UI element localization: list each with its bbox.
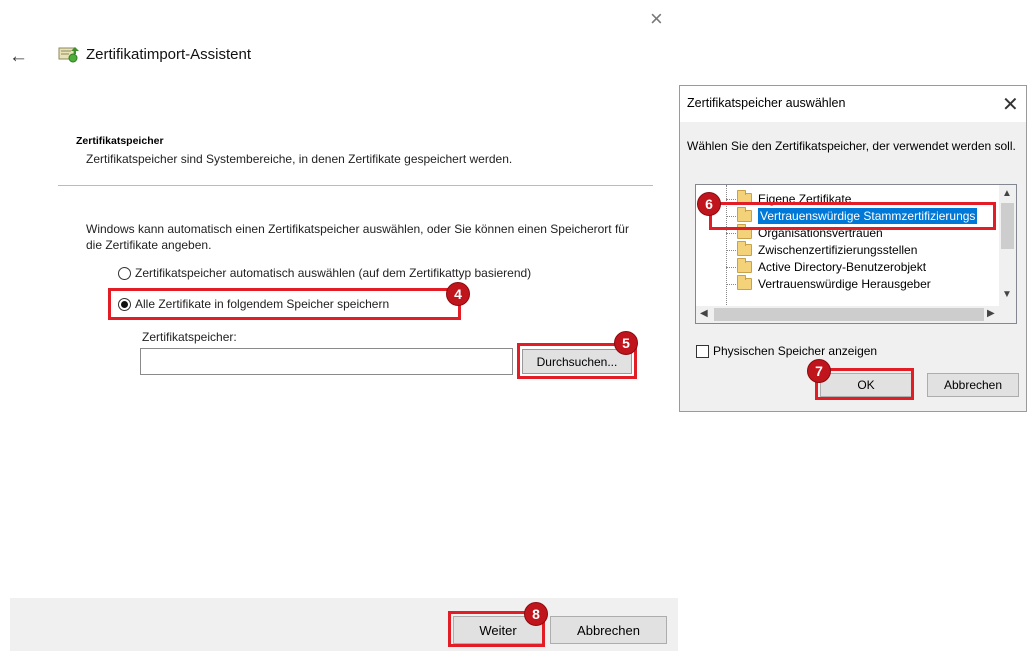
tree-item-label: Eigene Zertifikate: [758, 191, 852, 206]
tree-connector: [726, 185, 727, 305]
close-icon[interactable]: ×: [650, 8, 663, 30]
folder-icon: [737, 257, 752, 273]
ok-button[interactable]: OK: [820, 373, 912, 397]
step-badge-8: 8: [524, 602, 548, 626]
horizontal-scrollbar[interactable]: ◀ ▶: [696, 306, 1016, 323]
tree-item-ad-user-object[interactable]: Active Directory-Benutzerobjekt: [737, 257, 927, 275]
radio-auto-select-store[interactable]: Zertifikatspeicher automatisch auswählen…: [118, 266, 531, 280]
step-badge-4: 4: [446, 282, 470, 306]
tree-item-trusted-publishers[interactable]: Vertrauenswürdige Herausgeber: [737, 274, 931, 292]
radio-button-checked[interactable]: [118, 297, 131, 311]
radio-button-unchecked[interactable]: [118, 266, 131, 280]
vertical-scrollbar[interactable]: ▲ ▼: [999, 185, 1016, 307]
folder-icon: [737, 189, 752, 205]
scrollbar-thumb[interactable]: [714, 308, 984, 321]
folder-icon: [737, 240, 752, 256]
back-arrow-icon[interactable]: ←: [9, 46, 28, 68]
step-badge-6: 6: [697, 192, 721, 216]
store-field-label: Zertifikatspeicher:: [142, 330, 237, 344]
step-badge-7: 7: [807, 359, 831, 383]
dialog-instruction: Wählen Sie den Zertifikatspeicher, der v…: [687, 139, 1016, 153]
wizard-title: Zertifikatimport-Assistent: [86, 46, 252, 63]
radio-store-all-in-following[interactable]: Alle Zertifikate in folgendem Speicher s…: [118, 297, 389, 311]
tree-item-label: Vertrauenswürdige Stammzertifizierungs: [758, 207, 978, 224]
checkbox[interactable]: [696, 344, 709, 358]
scroll-down-icon[interactable]: ▼: [1002, 289, 1012, 300]
section-heading: Zertifikatspeicher: [76, 135, 164, 147]
scroll-up-icon[interactable]: ▲: [1002, 188, 1012, 199]
tree-item-eigene-zertifikate[interactable]: Eigene Zertifikate: [737, 189, 852, 207]
tree-item-label: Zwischenzertifizierungsstellen: [758, 242, 918, 257]
tree-connector: [726, 233, 736, 234]
store-tree[interactable]: Eigene Zertifikate Vertrauenswürdige Sta…: [695, 184, 1017, 324]
select-store-dialog: Zertifikatspeicher auswählen ✕ Wählen Si…: [679, 85, 1027, 412]
divider: [58, 185, 653, 186]
tree-item-label: Vertrauenswürdige Herausgeber: [758, 276, 931, 291]
show-physical-store-checkbox[interactable]: Physischen Speicher anzeigen: [696, 344, 877, 358]
close-icon[interactable]: ✕: [1002, 92, 1019, 117]
store-input[interactable]: [140, 348, 513, 375]
step-badge-5: 5: [614, 331, 638, 355]
tree-connector: [726, 284, 736, 285]
tree-item-trusted-root[interactable]: Vertrauenswürdige Stammzertifizierungs: [737, 206, 978, 224]
checkbox-label: Physischen Speicher anzeigen: [713, 344, 878, 358]
scroll-right-icon[interactable]: ▶: [987, 308, 995, 319]
intro-text: Windows kann automatisch einen Zertifika…: [86, 222, 629, 252]
certificate-wizard-icon: [58, 47, 79, 63]
tree-connector: [726, 199, 736, 200]
section-description: Zertifikatspeicher sind Systembereiche, …: [86, 152, 513, 166]
folder-icon: [737, 274, 752, 290]
dialog-title: Zertifikatspeicher auswählen: [687, 96, 846, 110]
certificate-import-wizard: × ← Zertifikatimport-Assistent Zertifika…: [0, 0, 678, 651]
scroll-left-icon[interactable]: ◀: [700, 308, 708, 319]
folder-icon: [737, 206, 752, 222]
tree-connector: [726, 250, 736, 251]
cancel-button[interactable]: Abbrechen: [550, 616, 667, 644]
radio-auto-label: Zertifikatspeicher automatisch auswählen…: [135, 266, 532, 280]
tree-connector: [726, 216, 736, 217]
dialog-cancel-button[interactable]: Abbrechen: [927, 373, 1019, 397]
radio-manual-label: Alle Zertifikate in folgendem Speicher s…: [135, 297, 390, 311]
dialog-titlebar: Zertifikatspeicher auswählen ✕: [680, 86, 1026, 122]
tree-item-label: Organisationsvertrauen: [758, 225, 883, 240]
tree-item-intermediate-ca[interactable]: Zwischenzertifizierungsstellen: [737, 240, 918, 258]
folder-icon: [737, 223, 752, 239]
tree-item-label: Active Directory-Benutzerobjekt: [758, 259, 927, 274]
browse-button[interactable]: Durchsuchen...: [522, 349, 632, 374]
scrollbar-thumb[interactable]: [1001, 203, 1014, 249]
tree-connector: [726, 267, 736, 268]
tree-item-organisation-trust[interactable]: Organisationsvertrauen: [737, 223, 883, 241]
